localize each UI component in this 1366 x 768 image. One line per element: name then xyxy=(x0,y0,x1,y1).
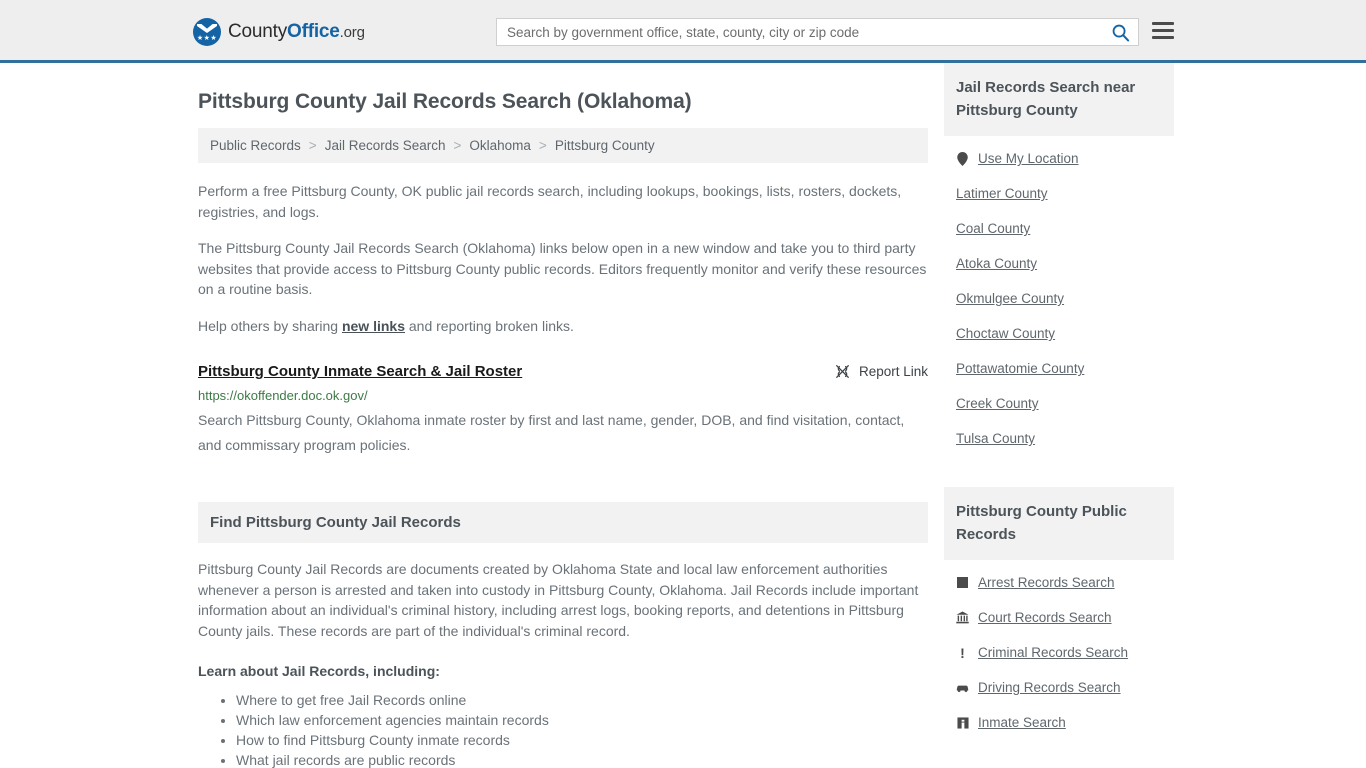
fingerprint-square-icon xyxy=(956,575,969,590)
result-header-row: Pittsburg County Inmate Search & Jail Ro… xyxy=(198,362,928,382)
learn-about-heading: Learn about Jail Records, including: xyxy=(198,663,928,679)
search-bar xyxy=(496,18,1139,46)
brand-part-county: County xyxy=(228,21,287,42)
sidebar: Jail Records Search near Pittsburg Count… xyxy=(944,63,1174,749)
breadcrumb: Public Records > Jail Records Search > O… xyxy=(198,128,928,163)
list-item: Coal County xyxy=(956,220,1174,237)
breadcrumb-item-pittsburg-county: Pittsburg County xyxy=(555,138,655,153)
breadcrumb-separator: > xyxy=(531,138,555,153)
nearby-card-heading: Jail Records Search near Pittsburg Count… xyxy=(956,76,1162,122)
find-records-body-text: Pittsburg County Jail Records are docume… xyxy=(198,559,928,641)
sidebar-link-criminal-records-search[interactable]: Criminal Records Search xyxy=(978,644,1128,661)
sidebar-link-coal-county[interactable]: Coal County xyxy=(956,220,1030,237)
intro-paragraph-1: Perform a free Pittsburg County, OK publ… xyxy=(198,181,928,222)
public-records-card-header: Pittsburg County Public Records xyxy=(944,487,1174,560)
breadcrumb-separator: > xyxy=(301,138,325,153)
content-container: Pittsburg County Jail Records Search (Ok… xyxy=(188,63,1178,768)
intro-paragraph-3: Help others by sharing new links and rep… xyxy=(198,316,928,337)
public-records-card: Pittsburg County Public Records Arrest R… xyxy=(944,487,1174,731)
brand-wordmark: CountyOffice.org xyxy=(228,21,365,43)
sidebar-link-driving-records-search[interactable]: Driving Records Search xyxy=(978,679,1121,696)
sidebar-link-tulsa-county[interactable]: Tulsa County xyxy=(956,430,1035,447)
sidebar-link-arrest-records-search[interactable]: Arrest Records Search xyxy=(978,574,1115,591)
courthouse-icon xyxy=(956,610,969,625)
breadcrumb-separator: > xyxy=(446,138,470,153)
jail-building-icon xyxy=(956,715,969,730)
exclamation-icon: ! xyxy=(956,645,969,660)
nearby-county-list: Use My Location Latimer County Coal Coun… xyxy=(944,136,1174,447)
list-item: Latimer County xyxy=(956,185,1174,202)
list-item: ! Criminal Records Search xyxy=(956,644,1174,661)
list-item: Tulsa County xyxy=(956,430,1174,447)
breadcrumb-item-public-records[interactable]: Public Records xyxy=(210,138,301,153)
intro-paragraph-2: The Pittsburg County Jail Records Search… xyxy=(198,238,928,300)
eagle-shield-icon: ★★★ xyxy=(193,18,221,46)
site-logo[interactable]: ★★★ CountyOffice.org xyxy=(193,18,365,46)
page-title: Pittsburg County Jail Records Search (Ok… xyxy=(198,89,928,115)
list-item: Arrest Records Search xyxy=(956,574,1174,591)
list-item: How to find Pittsburg County inmate reco… xyxy=(236,730,928,750)
main-column: Pittsburg County Jail Records Search (Ok… xyxy=(198,63,928,768)
list-item: Driving Records Search xyxy=(956,679,1174,696)
search-button[interactable] xyxy=(1102,19,1138,45)
hamburger-menu-icon[interactable] xyxy=(1152,22,1174,39)
public-records-card-heading: Pittsburg County Public Records xyxy=(956,500,1162,546)
share-text-after: and reporting broken links. xyxy=(405,318,574,334)
brand-part-org: .org xyxy=(340,24,365,41)
list-item: Court Records Search xyxy=(956,609,1174,626)
site-header: ★★★ CountyOffice.org xyxy=(0,0,1366,63)
car-icon xyxy=(956,680,969,695)
sidebar-link-inmate-search[interactable]: Inmate Search xyxy=(978,714,1066,731)
sidebar-link-latimer-county[interactable]: Latimer County xyxy=(956,185,1048,202)
sidebar-link-okmulgee-county[interactable]: Okmulgee County xyxy=(956,290,1064,307)
search-input[interactable] xyxy=(497,19,1102,45)
nearby-card-header: Jail Records Search near Pittsburg Count… xyxy=(944,63,1174,136)
list-item: Okmulgee County xyxy=(956,290,1174,307)
share-text-before: Help others by sharing xyxy=(198,318,342,334)
breadcrumb-item-oklahoma[interactable]: Oklahoma xyxy=(469,138,531,153)
list-item: Creek County xyxy=(956,395,1174,412)
list-item: Pottawatomie County xyxy=(956,360,1174,377)
public-records-list: Arrest Records Search xyxy=(944,560,1174,731)
brand-part-office: Office xyxy=(287,21,340,42)
broken-link-icon xyxy=(834,363,851,380)
sidebar-link-creek-county[interactable]: Creek County xyxy=(956,395,1039,412)
map-pin-icon xyxy=(956,151,969,166)
list-item: Where to get free Jail Records online xyxy=(236,690,928,710)
find-records-section-header: Find Pittsburg County Jail Records xyxy=(198,502,928,543)
page-body: Pittsburg County Jail Records Search (Ok… xyxy=(0,63,1366,768)
list-item: Choctaw County xyxy=(956,325,1174,342)
find-records-heading: Find Pittsburg County Jail Records xyxy=(210,514,916,531)
find-records-section-body: Pittsburg County Jail Records are docume… xyxy=(198,559,928,768)
sidebar-link-choctaw-county[interactable]: Choctaw County xyxy=(956,325,1055,342)
result-description: Search Pittsburg County, Oklahoma inmate… xyxy=(198,408,928,458)
list-item: Inmate Search xyxy=(956,714,1174,731)
result-item: Pittsburg County Inmate Search & Jail Ro… xyxy=(198,362,928,458)
breadcrumb-item-jail-records-search[interactable]: Jail Records Search xyxy=(325,138,446,153)
learn-about-list: Where to get free Jail Records online Wh… xyxy=(198,690,928,768)
report-link-button[interactable]: Report Link xyxy=(834,363,928,380)
sidebar-link-pottawatomie-county[interactable]: Pottawatomie County xyxy=(956,360,1084,377)
new-links-link[interactable]: new links xyxy=(342,318,405,334)
list-item: What jail records are public records xyxy=(236,750,928,768)
sidebar-link-atoka-county[interactable]: Atoka County xyxy=(956,255,1037,272)
nearby-jail-records-card: Jail Records Search near Pittsburg Count… xyxy=(944,63,1174,447)
sidebar-link-use-my-location[interactable]: Use My Location xyxy=(978,150,1079,167)
result-url: https://okoffender.doc.ok.gov/ xyxy=(198,387,928,404)
search-icon xyxy=(1111,23,1130,42)
list-item: Use My Location xyxy=(956,150,1174,167)
result-title-link[interactable]: Pittsburg County Inmate Search & Jail Ro… xyxy=(198,362,522,382)
report-link-label: Report Link xyxy=(859,364,928,379)
list-item: Atoka County xyxy=(956,255,1174,272)
sidebar-spacer xyxy=(944,465,1174,487)
sidebar-link-court-records-search[interactable]: Court Records Search xyxy=(978,609,1112,626)
list-item: Which law enforcement agencies maintain … xyxy=(236,710,928,730)
